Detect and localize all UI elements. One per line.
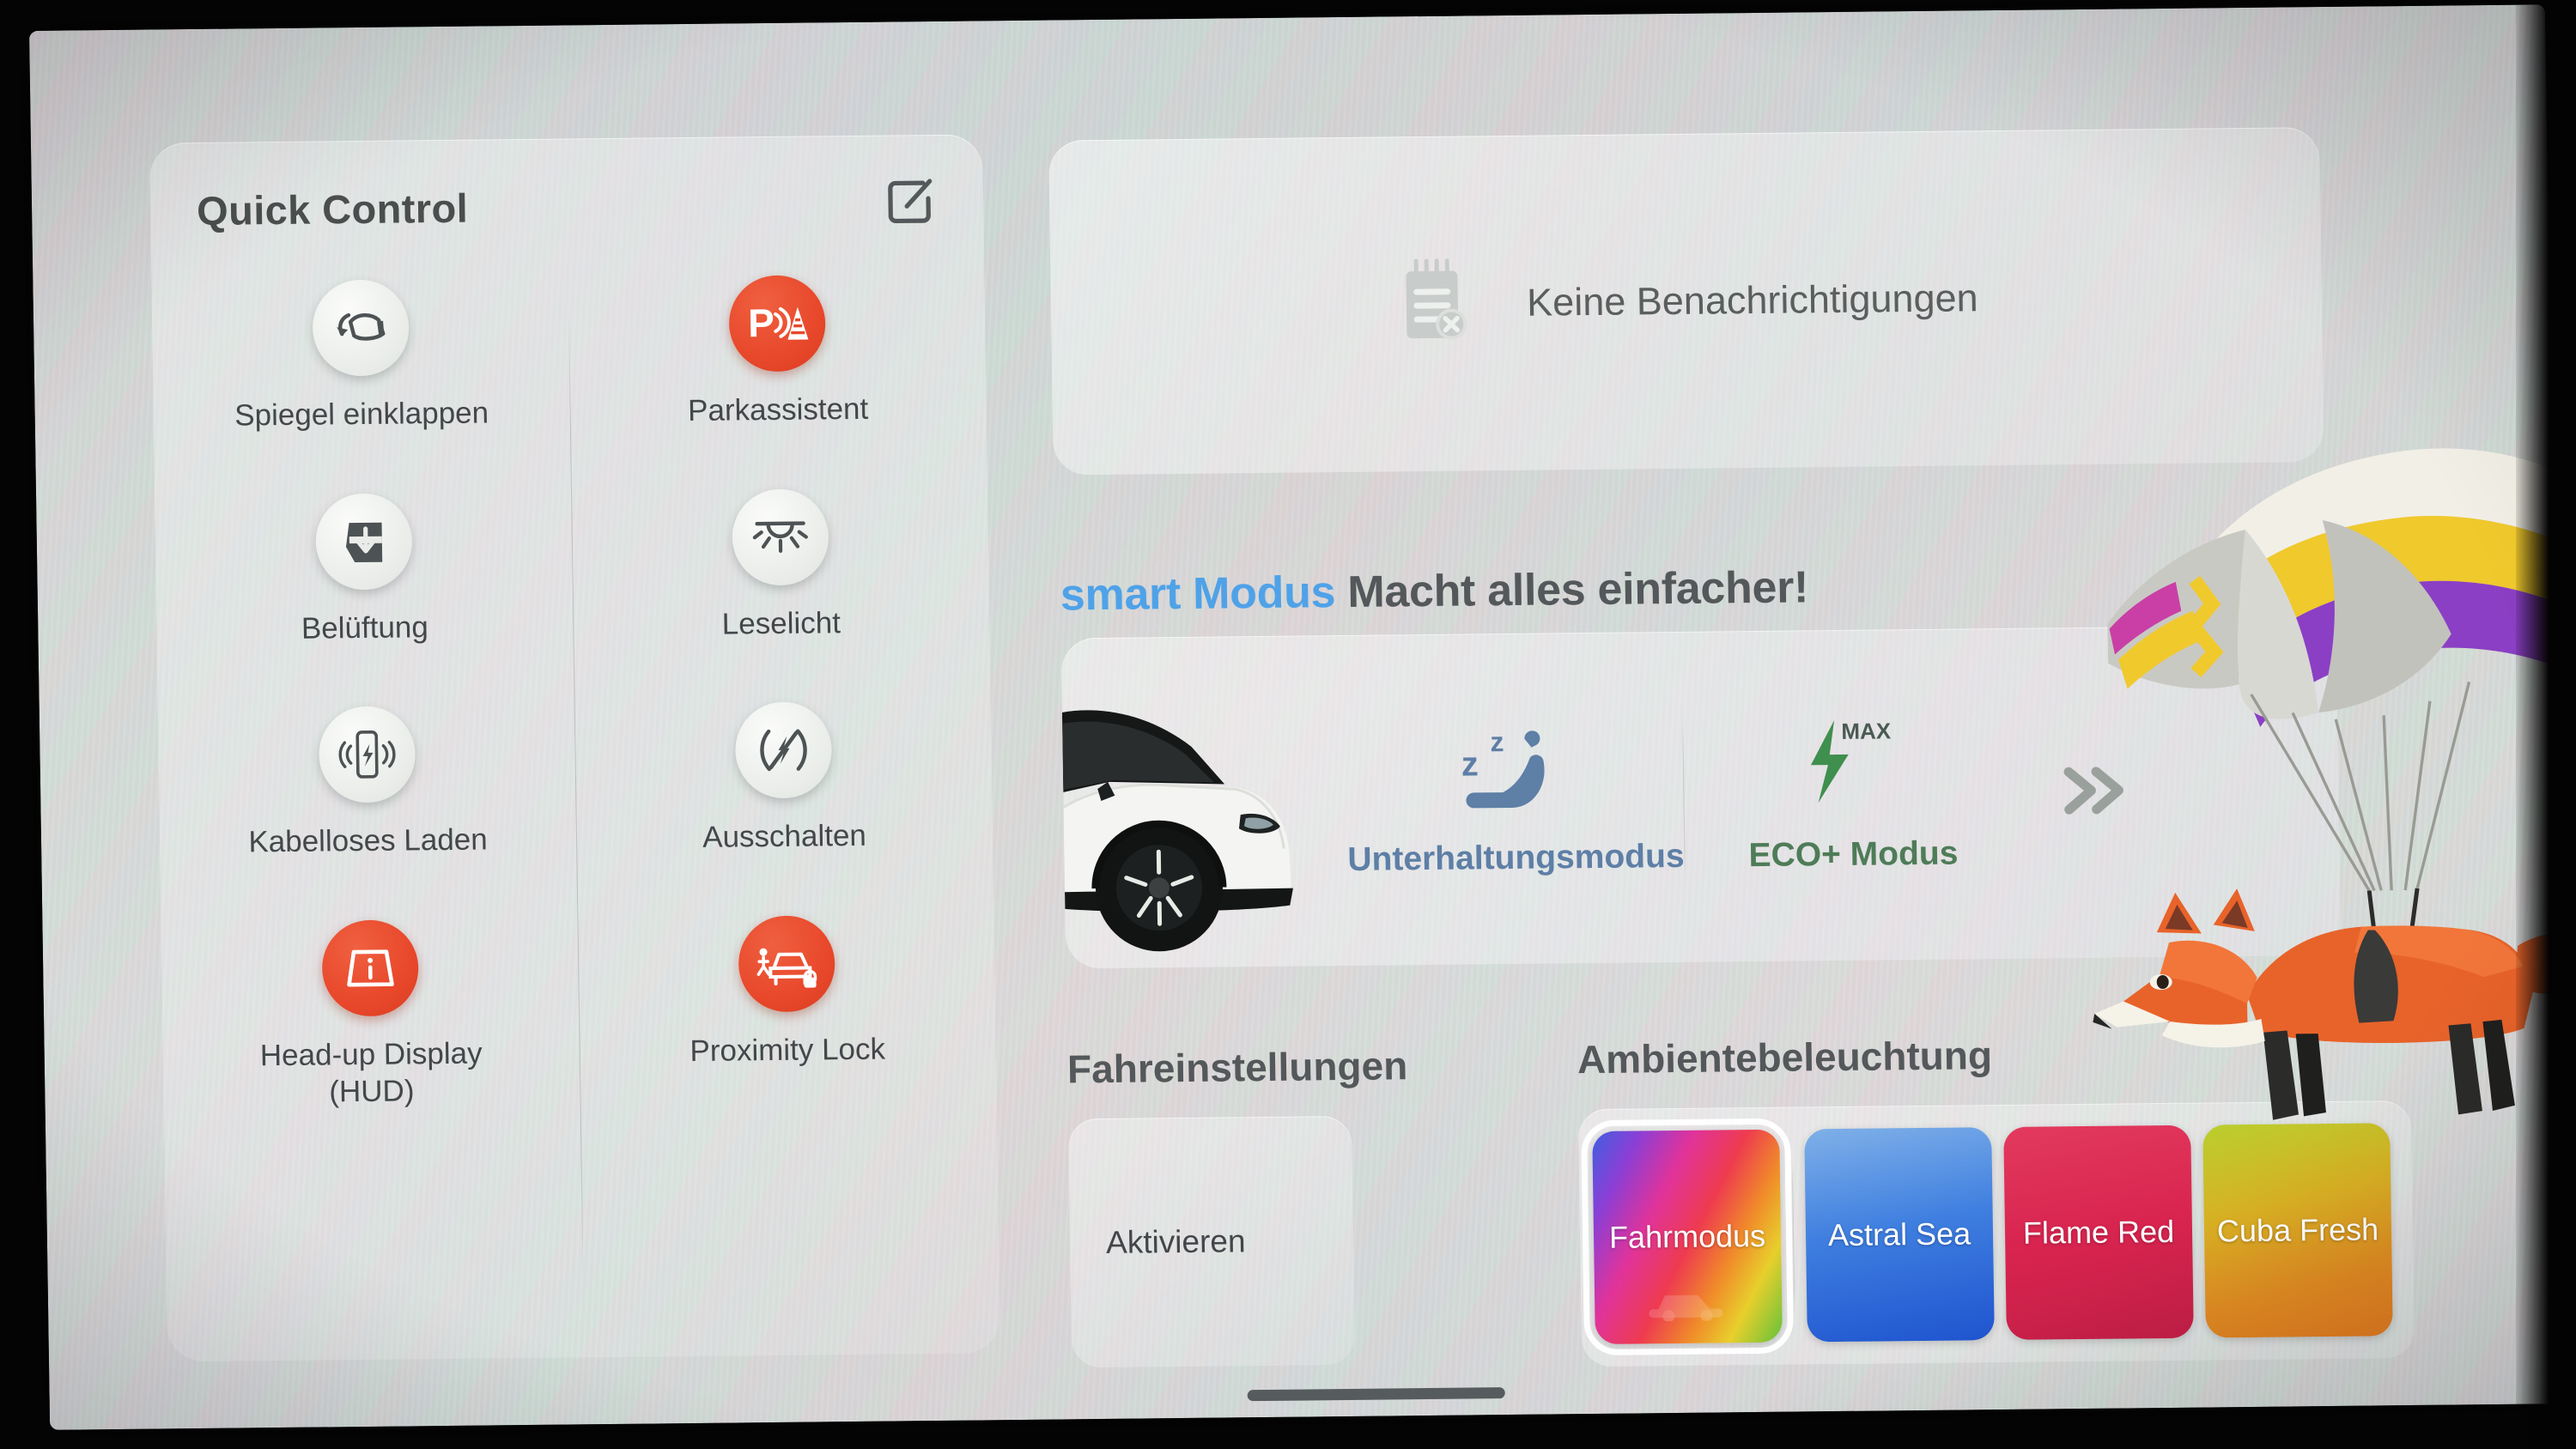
swatch-flame-red[interactable]: Flame Red xyxy=(2003,1125,2194,1340)
eco-max-bolt-icon: MAX xyxy=(1791,716,1913,814)
activate-label: Aktivieren xyxy=(1105,1223,1246,1260)
ambient-lighting-card: Fahrmodus Astral Sea Flame Red Cuba Fres… xyxy=(1577,1100,2415,1367)
screen-bezel-right xyxy=(2516,0,2576,1449)
tile-parkassistent[interactable]: P Parkassistent xyxy=(568,264,987,431)
swatch-label: Cuba Fresh xyxy=(2216,1211,2379,1249)
smart-mode-brand: smart Modus xyxy=(1060,567,1336,621)
car-silhouette-icon xyxy=(1648,1284,1729,1330)
tile-label: Kabelloses Laden xyxy=(248,822,488,859)
edit-icon[interactable] xyxy=(885,176,938,231)
tile-head-up-display[interactable]: Head-up Display (HUD) xyxy=(161,909,580,1112)
swatch-fahrmodus[interactable]: Fahrmodus xyxy=(1580,1118,1795,1356)
drive-settings-heading: Fahreinstellungen xyxy=(1066,1043,1408,1092)
proximity-lock-icon xyxy=(737,915,835,1013)
tile-label: Spiegel einklappen xyxy=(234,396,489,433)
tile-proximity-lock[interactable]: Proximity Lock xyxy=(577,905,996,1107)
swatch-label: Fahrmodus xyxy=(1608,1217,1766,1255)
tile-label: Belüftung xyxy=(301,609,429,646)
tile-label: Parkassistent xyxy=(687,391,869,427)
infotainment-photo: Quick Control Spiegel einklappen P Parka… xyxy=(0,0,2576,1449)
tile-ausschalten[interactable]: Ausschalten xyxy=(574,692,993,858)
svg-text:z: z xyxy=(1490,726,1504,757)
mirror-fold-icon xyxy=(311,279,410,377)
smart-ev-car-image xyxy=(1060,635,1350,968)
svg-text:MAX: MAX xyxy=(1841,718,1892,744)
svg-text:z: z xyxy=(1461,745,1479,783)
tile-label: Head-up Display (HUD) xyxy=(259,1036,483,1109)
tile-belueftung[interactable]: Belüftung xyxy=(155,482,574,649)
mode-label: Unterhaltungsmodus xyxy=(1347,837,1685,878)
ventilation-icon xyxy=(314,493,413,591)
tile-label: Leselicht xyxy=(721,605,841,641)
swatch-label: Astral Sea xyxy=(1827,1216,1971,1253)
tile-label: Proximity Lock xyxy=(690,1032,886,1069)
swatch-astral-sea[interactable]: Astral Sea xyxy=(1804,1127,1995,1343)
double-chevron-right-icon[interactable] xyxy=(2057,761,2131,824)
quick-control-header: Quick Control xyxy=(197,176,938,238)
sleep-seat-icon: z z xyxy=(1457,719,1572,817)
drive-settings-card[interactable]: Aktivieren xyxy=(1067,1115,1356,1368)
right-column: Keine Benachrichtigungen smart Modus Mac… xyxy=(1047,5,2527,1420)
notifications-card[interactable]: Keine Benachrichtigungen xyxy=(1048,127,2324,476)
park-assist-icon: P xyxy=(727,275,826,373)
wireless-charge-icon xyxy=(318,706,416,803)
reading-light-icon xyxy=(731,488,829,586)
notifications-empty-text: Keine Benachrichtigungen xyxy=(1526,276,1978,324)
hud-icon xyxy=(320,919,419,1017)
tile-leselicht[interactable]: Leselicht xyxy=(571,478,990,645)
no-notes-icon xyxy=(1394,257,1474,351)
tile-kabelloses-laden[interactable]: Kabelloses Laden xyxy=(158,696,577,863)
swatch-divider xyxy=(1791,1158,1795,1313)
swatch-cuba-fresh[interactable]: Cuba Fresh xyxy=(2202,1123,2393,1338)
infotainment-screen: Quick Control Spiegel einklappen P Parka… xyxy=(29,4,2576,1430)
smart-mode-tagline: Macht alles einfacher! xyxy=(1334,562,1809,618)
quick-control-grid: Spiegel einklappen P Parkassistent Belüf… xyxy=(151,264,996,1112)
ambient-lighting-heading: Ambientebeleuchtung xyxy=(1577,1033,1993,1082)
power-off-icon xyxy=(734,701,832,799)
mode-label: ECO+ Modus xyxy=(1748,834,1959,875)
smart-mode-heading: smart Modus Macht alles einfacher! xyxy=(1060,561,1808,621)
tile-label: Ausschalten xyxy=(702,819,867,855)
tile-spiegel-einklappen[interactable]: Spiegel einklappen xyxy=(151,269,570,435)
mode-unterhaltungsmodus[interactable]: z z Unterhaltungsmodus xyxy=(1346,718,1685,879)
quick-control-title: Quick Control xyxy=(196,185,469,233)
svg-text:P: P xyxy=(747,300,774,345)
swatch-label: Flame Red xyxy=(2022,1213,2175,1251)
quick-control-panel: Quick Control Spiegel einklappen P Parka… xyxy=(149,134,1000,1362)
mode-eco-plus[interactable]: MAX ECO+ Modus xyxy=(1683,715,2022,876)
smart-mode-card: z z Unterhaltungsmodus MAX ECO+ Modus xyxy=(1060,624,2342,969)
